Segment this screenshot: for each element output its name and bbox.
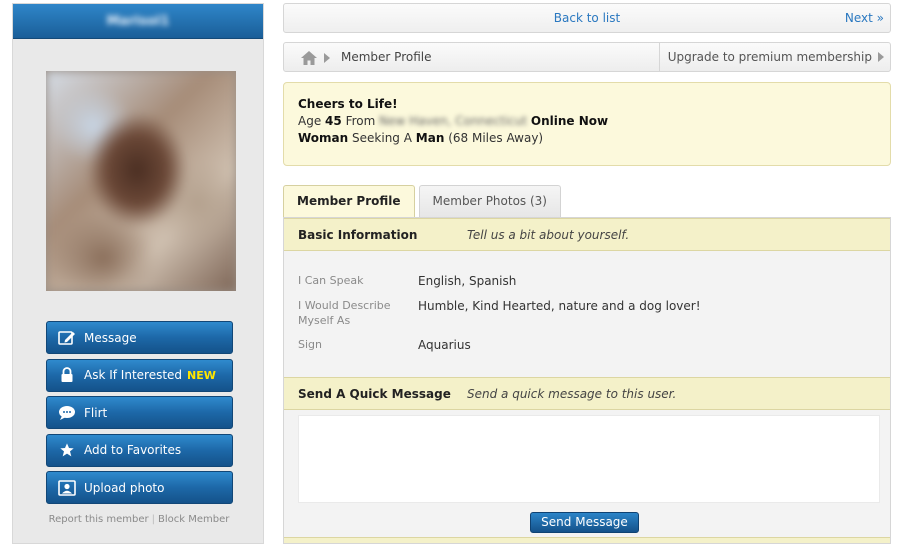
add-to-favorites-label: Add to Favorites (84, 443, 182, 457)
new-badge: NEW (187, 368, 216, 382)
profile-photo-image (46, 71, 236, 291)
upload-photo-button[interactable]: Upload photo (46, 471, 233, 504)
message-button[interactable]: Message (46, 321, 233, 354)
profile-headline: Cheers to Life! (298, 97, 398, 111)
add-to-favorites-button[interactable]: Add to Favorites (46, 433, 233, 467)
location-value: New Haven, Connecticut (379, 114, 528, 128)
link-separator: | (151, 514, 155, 525)
info-label: I Can Speak (298, 274, 364, 287)
back-to-list-link[interactable]: Back to list (284, 4, 890, 32)
profile-photo[interactable] (46, 71, 236, 291)
portrait-icon (57, 479, 77, 497)
tab-member-photos[interactable]: Member Photos (3) (418, 185, 561, 218)
profile-panel: Basic Information Tell us a bit about yo… (283, 217, 891, 544)
from-label: From (345, 114, 376, 128)
message-button-label: Message (84, 330, 137, 345)
breadcrumb-arrow-icon (324, 53, 330, 63)
online-status: Online Now (530, 114, 609, 128)
sidebar-header: Marisol1 (13, 4, 263, 39)
action-buttons: Message Ask If Interested NEW Flirt Add … (46, 321, 233, 509)
distance-value: (68 Miles Away) (448, 131, 544, 145)
panel-footer (284, 537, 890, 543)
info-label: Sign (298, 338, 322, 351)
upgrade-premium-label: Upgrade to premium membership (667, 50, 872, 64)
profile-summary: Cheers to Life! Age 45 From New Haven, C… (283, 82, 891, 166)
quick-message-subtitle: Send a quick message to this user. (467, 386, 677, 401)
info-value: English, Spanish (418, 274, 517, 288)
ask-if-interested-button[interactable]: Ask If Interested NEW (46, 358, 233, 392)
age-value: 45 (325, 114, 342, 128)
profile-sidebar: Marisol1 Message Ask If Interested NEW F… (12, 3, 264, 544)
member-name: Marisol1 (106, 13, 170, 29)
flirt-label: Flirt (84, 405, 108, 420)
home-icon[interactable] (301, 51, 317, 65)
breadcrumb-current: Member Profile (341, 50, 432, 64)
breadcrumb: Member Profile Upgrade to premium member… (283, 42, 891, 72)
basic-info-header: Basic Information Tell us a bit about yo… (284, 218, 890, 251)
flirt-button[interactable]: Flirt (46, 396, 233, 429)
gender-value: Woman (298, 131, 349, 145)
report-member-link[interactable]: Report this member (49, 514, 149, 525)
basic-info-title: Basic Information (298, 227, 418, 242)
seeking-value: Man (415, 131, 445, 145)
block-member-link[interactable]: Block Member (158, 514, 229, 525)
report-links: Report this member | Block Member (13, 514, 265, 525)
lock-icon (57, 366, 77, 384)
edit-icon (57, 329, 77, 347)
info-row: I Can Speak English, Spanish (298, 273, 876, 289)
info-value: Aquarius (418, 338, 471, 352)
quick-message-textarea[interactable] (298, 415, 880, 503)
ask-if-interested-label: Ask If Interested (84, 368, 183, 382)
speech-bubble-icon (57, 404, 77, 422)
chevron-right-icon (878, 52, 884, 62)
seeking-label: Seeking A (352, 131, 412, 145)
basic-info-list: I Can Speak English, Spanish I Would Des… (284, 251, 890, 377)
quick-message-header: Send A Quick Message Send a quick messag… (284, 377, 890, 410)
tab-member-profile[interactable]: Member Profile (283, 185, 415, 219)
info-row: Sign Aquarius (298, 337, 876, 353)
info-label: I Would Describe Myself As (298, 299, 391, 327)
navigation-bar: Back to list Next » (283, 3, 891, 33)
upgrade-premium-link[interactable]: Upgrade to premium membership (658, 43, 890, 71)
profile-tabs: Member Profile Member Photos (3) (283, 185, 565, 219)
info-row: I Would Describe Myself As Humble, Kind … (298, 298, 876, 328)
basic-info-subtitle: Tell us a bit about yourself. (467, 227, 630, 242)
star-icon (57, 441, 77, 459)
upload-photo-label: Upload photo (84, 480, 165, 495)
info-value: Humble, Kind Hearted, nature and a dog l… (418, 299, 701, 313)
quick-message-title: Send A Quick Message (298, 386, 451, 401)
send-message-button[interactable]: Send Message (530, 512, 639, 533)
next-link[interactable]: Next » (845, 4, 884, 32)
age-prefix: Age (298, 114, 322, 128)
